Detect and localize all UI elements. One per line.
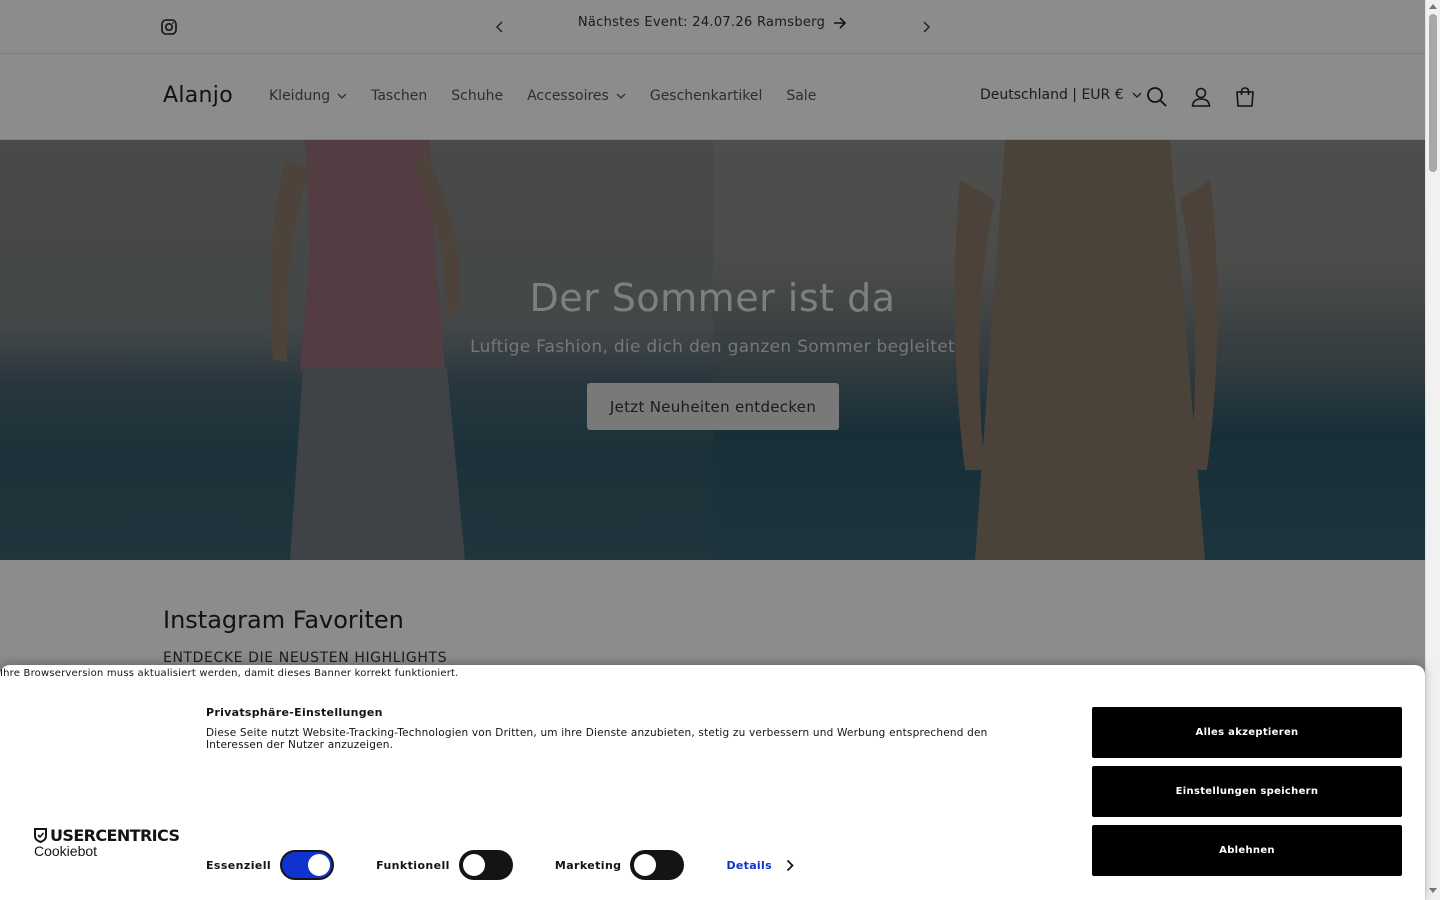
save-settings-button[interactable]: Einstellungen speichern: [1092, 766, 1402, 817]
hero-banner: Der Sommer ist da Luftige Fashion, die d…: [0, 140, 1425, 560]
announcement-bar: Nächstes Event: 24.07.26 Ramsberg: [0, 0, 1425, 54]
locale-selector[interactable]: Deutschland | EUR €: [980, 87, 1142, 103]
nav-item-label: Accessoires: [527, 88, 609, 104]
locale-label: Deutschland | EUR €: [980, 87, 1124, 103]
announcement-link[interactable]: Nächstes Event: 24.07.26 Ramsberg: [520, 15, 905, 30]
arrow-right-icon: [834, 16, 847, 29]
toggle-label-essenziell: Essenziell: [206, 858, 272, 872]
site-logo[interactable]: Alanjo: [163, 83, 233, 108]
cookie-title: Privatsphäre-Einstellungen: [206, 706, 383, 719]
section-subtitle: ENTDECKE DIE NEUSTEN HIGHLIGHTS: [163, 650, 448, 666]
chevron-left-icon: [495, 21, 503, 33]
shield-icon: [34, 828, 47, 843]
hero-subtitle: Luftige Fashion, die dich den ganzen Som…: [470, 337, 955, 357]
site-header: Alanjo Kleidung Taschen Schuhe Accessoir…: [0, 54, 1425, 140]
usercentrics-logo: USERCENTRICS Cookiebot: [34, 826, 180, 859]
hero-title: Der Sommer ist da: [529, 276, 896, 320]
nav-item-geschenkartikel[interactable]: Geschenkartikel: [650, 88, 763, 104]
toggle-marketing[interactable]: [630, 850, 685, 880]
accept-all-button[interactable]: Alles akzeptieren: [1092, 707, 1402, 758]
nav-item-schuhe[interactable]: Schuhe: [451, 88, 503, 104]
toggle-essenziell[interactable]: [280, 850, 335, 880]
announcement-next-button[interactable]: [916, 17, 936, 37]
scroll-thumb[interactable]: [1429, 14, 1437, 172]
nav-item-taschen[interactable]: Taschen: [371, 88, 427, 104]
toggle-knob: [308, 854, 331, 876]
chevron-right-icon: [786, 859, 794, 871]
section-title: Instagram Favoriten: [163, 606, 404, 634]
decline-button[interactable]: Ablehnen: [1092, 825, 1402, 876]
toggle-knob: [462, 854, 485, 876]
cookie-text: Diese Seite nutzt Website-Tracking-Techn…: [206, 727, 988, 751]
search-icon[interactable]: [1145, 85, 1169, 109]
scroll-up-arrow[interactable]: [1429, 4, 1437, 9]
instagram-icon[interactable]: [161, 19, 177, 35]
page-scrollbar[interactable]: [1425, 0, 1440, 900]
nav-item-accessoires[interactable]: Accessoires: [527, 88, 626, 104]
nav-item-label: Geschenkartikel: [649, 88, 763, 104]
nav-item-label: Taschen: [371, 88, 428, 104]
toggle-label-marketing: Marketing: [554, 858, 622, 872]
details-label: Details: [726, 858, 772, 872]
announcement-text: Nächstes Event: 24.07.26 Ramsberg: [577, 15, 826, 30]
scroll-down-arrow[interactable]: [1429, 888, 1437, 893]
cart-icon[interactable]: [1233, 85, 1257, 109]
toggle-knob: [634, 854, 657, 876]
chevron-down-icon: [616, 93, 626, 99]
announcement-prev-button[interactable]: [490, 17, 510, 37]
nav-item-label: Sale: [786, 88, 817, 104]
main-nav: Kleidung Taschen Schuhe Accessoires Gesc…: [269, 88, 840, 104]
nav-item-sale[interactable]: Sale: [786, 88, 816, 104]
brand-bottom-text: Cookiebot: [34, 843, 98, 859]
hero-cta-button[interactable]: Jetzt Neuheiten entdecken: [587, 383, 839, 430]
consent-toggles: Essenziell Funktionell Marketing Details: [206, 850, 794, 880]
browser-warning: Ihre Browserversion muss aktualisiert we…: [0, 668, 459, 679]
nav-item-label: Kleidung: [269, 88, 331, 104]
chevron-down-icon: [337, 93, 347, 99]
details-link[interactable]: Details: [726, 858, 794, 872]
nav-item-label: Schuhe: [451, 88, 504, 104]
chevron-right-icon: [923, 21, 931, 33]
cookie-banner: Ihre Browserversion muss aktualisiert we…: [0, 665, 1425, 900]
account-icon[interactable]: [1189, 85, 1213, 109]
chevron-down-icon: [1132, 92, 1142, 98]
nav-item-kleidung[interactable]: Kleidung: [269, 88, 347, 104]
toggle-label-funktionell: Funktionell: [376, 858, 450, 872]
toggle-funktionell[interactable]: [458, 850, 513, 880]
